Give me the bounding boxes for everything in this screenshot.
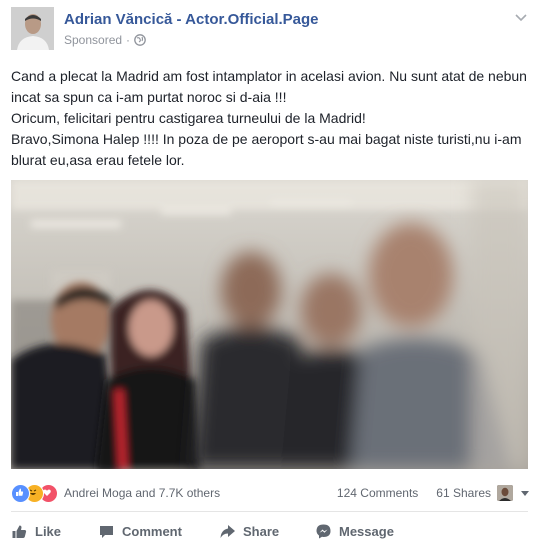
page-name-link[interactable]: Adrian Văncică - Actor.Official.Page xyxy=(64,11,319,28)
message-button[interactable]: Message xyxy=(315,521,394,541)
message-label: Message xyxy=(339,523,394,539)
messenger-icon xyxy=(316,524,331,538)
meta-separator: · xyxy=(126,33,131,47)
like-label: Like xyxy=(35,523,62,539)
post-meta: Sponsored · xyxy=(64,33,146,47)
reactors-text[interactable]: Andrei Moga and 7.7K others xyxy=(64,486,220,500)
caret-down-icon[interactable] xyxy=(521,490,529,496)
post-line: Bravo,Simona Halep !!!! In poza de pe ae… xyxy=(11,131,522,168)
post-photo[interactable] xyxy=(11,180,528,469)
comments-count[interactable]: 124 Comments xyxy=(337,486,418,500)
share-button[interactable]: Share xyxy=(219,521,279,541)
like-button[interactable]: Like xyxy=(11,521,61,541)
engagement-counts: 124 Comments 61 Shares xyxy=(337,484,529,502)
viewer-avatar[interactable] xyxy=(497,485,513,501)
page-avatar[interactable] xyxy=(11,7,54,50)
sponsored-label[interactable]: Sponsored xyxy=(64,33,122,47)
thumbs-up-icon xyxy=(12,525,27,538)
comment-button[interactable]: Comment xyxy=(98,521,182,541)
globe-icon xyxy=(134,34,146,46)
post-line: Cand a plecat la Madrid am fost intampla… xyxy=(11,68,527,105)
chevron-down-icon[interactable] xyxy=(513,9,529,25)
share-label: Share xyxy=(243,523,280,539)
like-reaction-icon xyxy=(11,483,30,503)
reactions-summary[interactable]: Andrei Moga and 7.7K others xyxy=(11,483,220,503)
divider xyxy=(11,511,528,512)
facebook-post: Adrian Văncică - Actor.Official.Page Spo… xyxy=(0,0,539,547)
shares-count[interactable]: 61 Shares xyxy=(436,486,491,500)
share-icon xyxy=(220,524,235,538)
comment-icon xyxy=(100,525,113,538)
post-line: Oricum, felicitari pentru castigarea tur… xyxy=(11,110,366,126)
comment-label: Comment xyxy=(122,523,182,539)
post-text: Cand a plecat la Madrid am fost intampla… xyxy=(11,66,531,171)
